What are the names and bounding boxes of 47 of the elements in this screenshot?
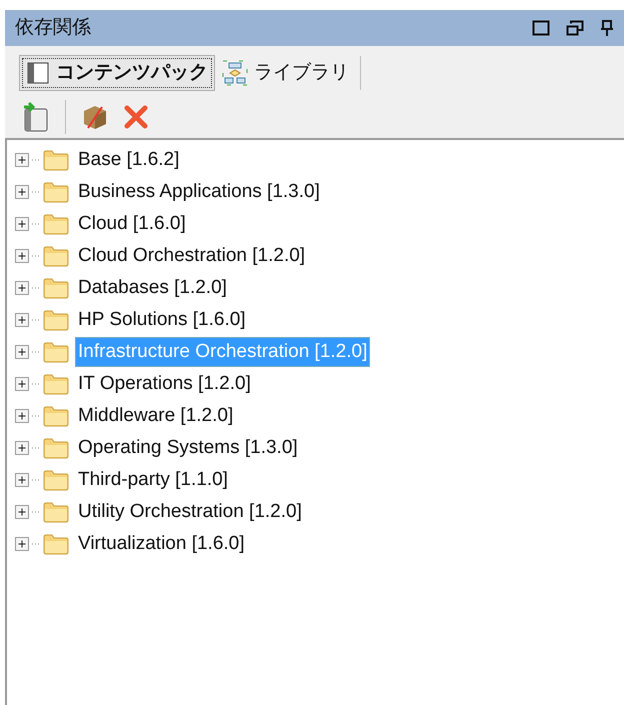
expand-icon[interactable]	[15, 537, 29, 551]
expand-icon[interactable]	[15, 345, 29, 359]
book-icon	[26, 61, 50, 85]
expand-icon[interactable]	[15, 377, 29, 391]
folder-icon	[43, 309, 69, 331]
tree-item[interactable]: HP Solutions [1.6.0]	[75, 304, 249, 336]
folder-icon	[43, 277, 69, 299]
folder-icon	[43, 405, 69, 427]
folder-icon	[43, 469, 69, 491]
tree-item[interactable]: Third-party [1.1.0]	[75, 464, 231, 496]
panel-title: 依存関係	[15, 16, 91, 40]
tree-item[interactable]: Utility Orchestration [1.2.0]	[75, 496, 305, 528]
tab[interactable]: コンテンツパック	[19, 54, 215, 92]
folder-icon	[43, 341, 69, 363]
expand-icon[interactable]	[15, 473, 29, 487]
maximize-icon[interactable]	[532, 19, 550, 37]
expand-icon[interactable]	[15, 249, 29, 263]
tree-item[interactable]: Middleware [1.2.0]	[75, 400, 236, 432]
folder-icon	[43, 501, 69, 523]
tree-item[interactable]: Databases [1.2.0]	[75, 272, 230, 304]
expand-icon[interactable]	[15, 441, 29, 455]
diagram-icon	[222, 60, 248, 86]
expand-icon[interactable]	[15, 409, 29, 423]
tree-item[interactable]: Base [1.6.2]	[75, 144, 182, 176]
tree-item[interactable]: Virtualization [1.6.0]	[75, 528, 248, 560]
folder-icon	[43, 437, 69, 459]
folder-icon	[43, 149, 69, 171]
expand-icon[interactable]	[15, 185, 29, 199]
expand-icon[interactable]	[15, 313, 29, 327]
tab[interactable]: ライブラリ	[215, 54, 356, 92]
folder-icon	[43, 213, 69, 235]
expand-icon[interactable]	[15, 217, 29, 231]
folder-icon	[43, 181, 69, 203]
folder-icon	[43, 245, 69, 267]
expand-icon[interactable]	[15, 281, 29, 295]
folder-icon	[43, 533, 69, 555]
tree-item[interactable]: Operating Systems [1.3.0]	[75, 432, 301, 464]
pin-icon[interactable]	[600, 19, 614, 37]
tree-item[interactable]: Business Applications [1.3.0]	[75, 176, 323, 208]
close-icon	[122, 103, 150, 131]
expand-icon[interactable]	[15, 153, 29, 167]
restore-icon[interactable]	[566, 19, 584, 37]
expand-icon[interactable]	[15, 505, 29, 519]
folder-icon	[43, 373, 69, 395]
tree-item[interactable]: Cloud [1.6.0]	[75, 208, 189, 240]
tree-item[interactable]: Cloud Orchestration [1.2.0]	[75, 240, 308, 272]
tree-item[interactable]: IT Operations [1.2.0]	[75, 368, 254, 400]
